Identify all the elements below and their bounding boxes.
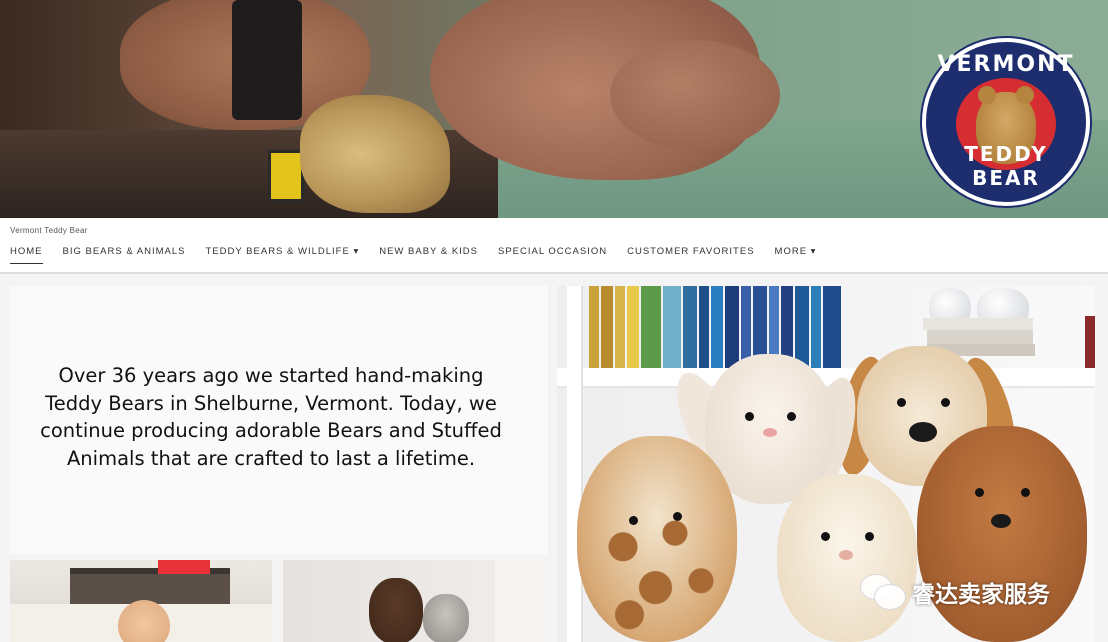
logo-text-top: VERMONT bbox=[937, 52, 1075, 77]
book bbox=[923, 318, 1033, 330]
book bbox=[811, 286, 821, 368]
cat-plush bbox=[777, 474, 917, 642]
storefront-page: VERMONT TEDDY BEAR Vermont Teddy Bear HO… bbox=[0, 0, 1108, 642]
watermark-text: 睿达卖家服务 bbox=[912, 582, 1050, 608]
shelf-side bbox=[567, 286, 583, 642]
intro-text: Over 36 years ago we started hand-making… bbox=[40, 364, 502, 470]
book bbox=[927, 330, 1033, 344]
eye bbox=[821, 532, 830, 541]
nose bbox=[909, 422, 937, 442]
book bbox=[627, 286, 639, 368]
wechat-icon bbox=[860, 574, 906, 610]
lamp bbox=[158, 560, 210, 574]
book bbox=[589, 286, 599, 368]
eye bbox=[897, 398, 906, 407]
nav-new-baby-kids[interactable]: NEW BABY & KIDS bbox=[379, 244, 478, 264]
eye bbox=[787, 412, 796, 421]
giraffe-plush-spots bbox=[597, 506, 727, 642]
nav-customer-favorites[interactable]: CUSTOMER FAVORITES bbox=[627, 244, 754, 264]
nav-home[interactable]: HOME bbox=[10, 244, 43, 264]
sewing-machine-foot bbox=[268, 150, 304, 202]
book bbox=[1085, 316, 1095, 368]
book bbox=[795, 286, 809, 368]
book bbox=[711, 286, 723, 368]
brown-bear-plush bbox=[369, 578, 423, 642]
watermark: 睿达卖家服务 bbox=[860, 574, 1050, 610]
nose bbox=[991, 514, 1011, 528]
nav-big-bears-animals[interactable]: BIG BEARS & ANIMALS bbox=[63, 244, 186, 264]
logo-text-bottom: TEDDY BEAR bbox=[964, 142, 1048, 190]
thumbnail-nursery[interactable] bbox=[10, 560, 272, 642]
book bbox=[601, 286, 613, 368]
book bbox=[725, 286, 739, 368]
grey-cat-plush bbox=[423, 594, 469, 642]
nav-teddy-bears-wildlife[interactable]: TEDDY BEARS & WILDLIFE ▾ bbox=[206, 244, 360, 264]
book bbox=[823, 286, 841, 368]
curtain bbox=[495, 560, 547, 642]
brand-logo[interactable]: VERMONT TEDDY BEAR bbox=[922, 38, 1090, 206]
nav-special-occasion[interactable]: SPECIAL OCCASION bbox=[498, 244, 607, 264]
nose bbox=[763, 428, 777, 437]
book bbox=[641, 286, 661, 368]
sewing-machine bbox=[232, 0, 302, 120]
book bbox=[615, 286, 625, 368]
plush-fabric bbox=[300, 95, 450, 213]
hero-banner: VERMONT TEDDY BEAR bbox=[0, 0, 1108, 218]
store-nav: HOME BIG BEARS & ANIMALS TEDDY BEARS & W… bbox=[10, 244, 836, 264]
thumbnail-plush-toys[interactable] bbox=[283, 560, 547, 642]
eye bbox=[941, 398, 950, 407]
book bbox=[699, 286, 709, 368]
store-name[interactable]: Vermont Teddy Bear bbox=[10, 226, 88, 235]
book bbox=[663, 286, 681, 368]
book bbox=[683, 286, 697, 368]
eye bbox=[1021, 488, 1030, 497]
nav-more[interactable]: MORE ▾ bbox=[775, 244, 817, 264]
eye bbox=[745, 412, 754, 421]
eye bbox=[975, 488, 984, 497]
eye bbox=[865, 532, 874, 541]
shelf bbox=[557, 368, 1095, 388]
nose bbox=[839, 550, 853, 560]
